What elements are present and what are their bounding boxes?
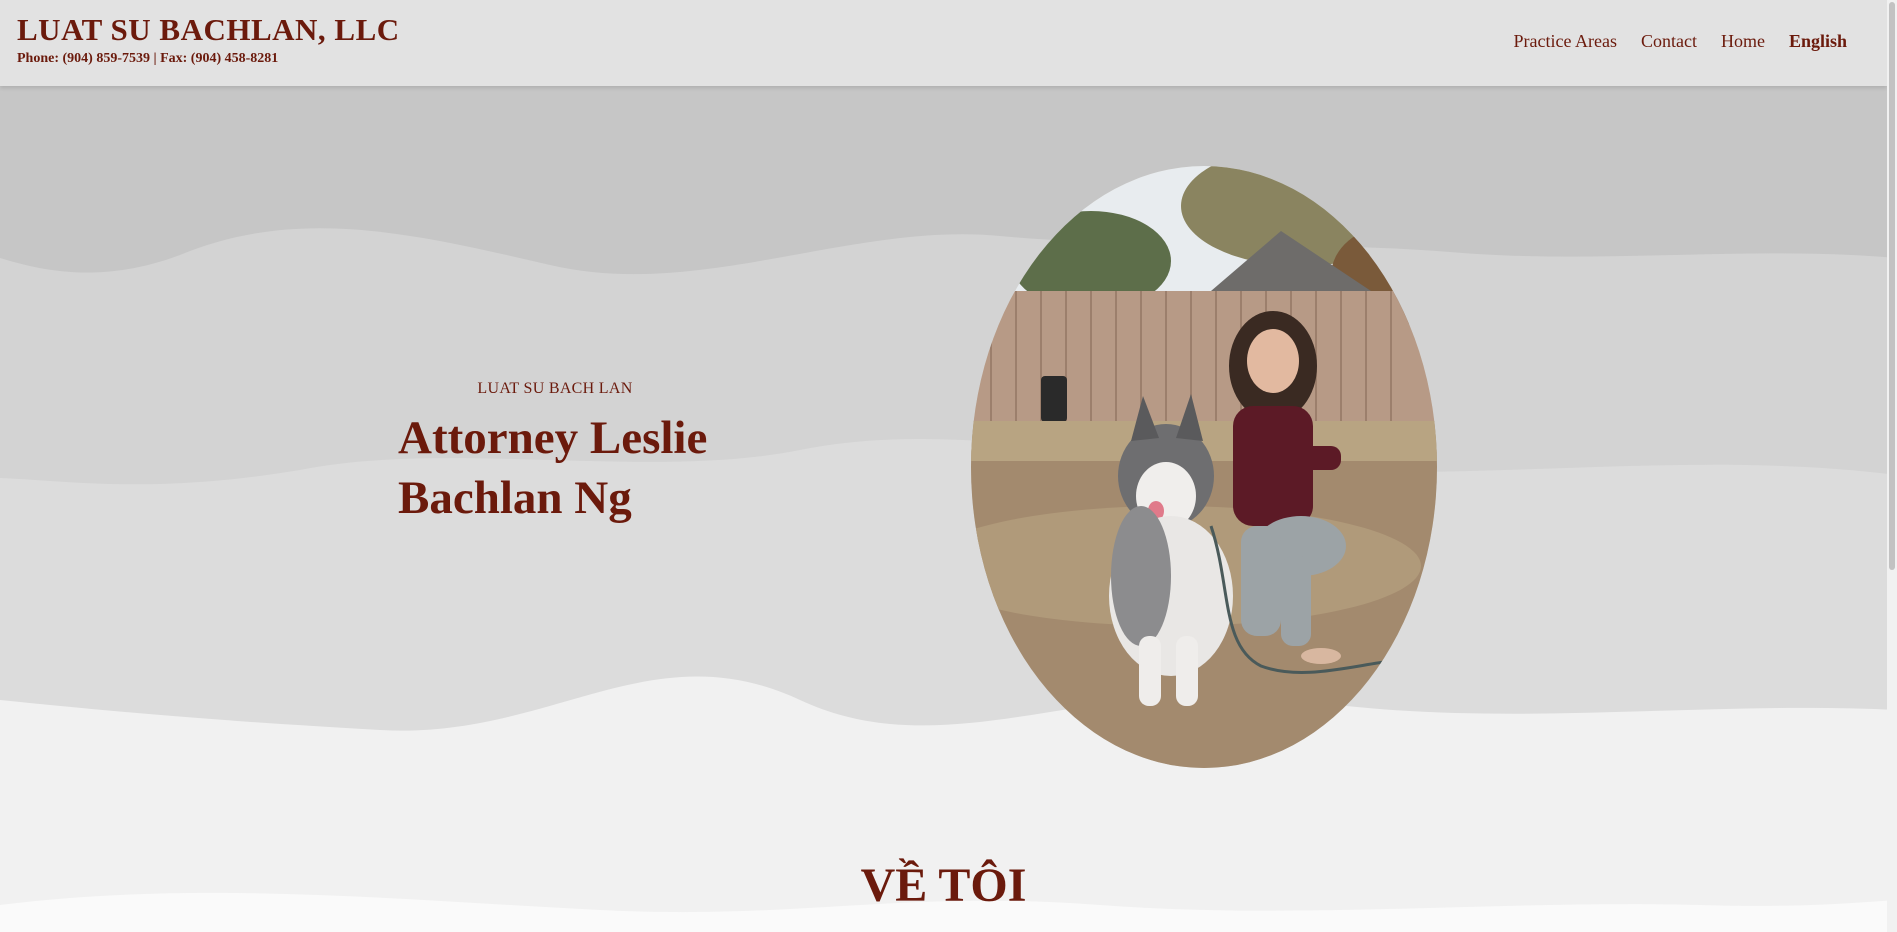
nav-contact[interactable]: Contact xyxy=(1641,31,1697,52)
scrollbar-thumb[interactable] xyxy=(1889,2,1895,570)
hero-heading: Attorney Leslie Bachlan Ng xyxy=(398,412,708,524)
portrait-photo xyxy=(971,166,1437,768)
hero-text: LUAT SU BACH LAN Attorney Leslie Bachlan… xyxy=(398,380,758,528)
nav-home[interactable]: Home xyxy=(1721,31,1765,52)
contact-info: Phone: (904) 859-7539 | Fax: (904) 458-8… xyxy=(17,51,279,66)
portrait-photo-icon xyxy=(971,166,1437,768)
nav-language-english[interactable]: English xyxy=(1789,31,1847,52)
page: LUAT SU BACHLAN, LLC Phone: (904) 859-75… xyxy=(0,0,1897,932)
page-scrollbar[interactable] xyxy=(1887,0,1897,932)
brand: LUAT SU BACHLAN, LLC Phone: (904) 859-75… xyxy=(17,12,400,68)
main-nav: Practice Areas Contact Home English xyxy=(1514,31,1848,52)
background-waves xyxy=(0,0,1897,932)
site-title[interactable]: LUAT SU BACHLAN, LLC xyxy=(17,12,400,48)
about-section-title: VỀ TÔI xyxy=(860,859,1027,912)
site-header: LUAT SU BACHLAN, LLC Phone: (904) 859-75… xyxy=(0,0,1887,86)
hero-eyebrow: LUAT SU BACH LAN xyxy=(477,380,633,397)
nav-practice-areas[interactable]: Practice Areas xyxy=(1514,31,1617,52)
